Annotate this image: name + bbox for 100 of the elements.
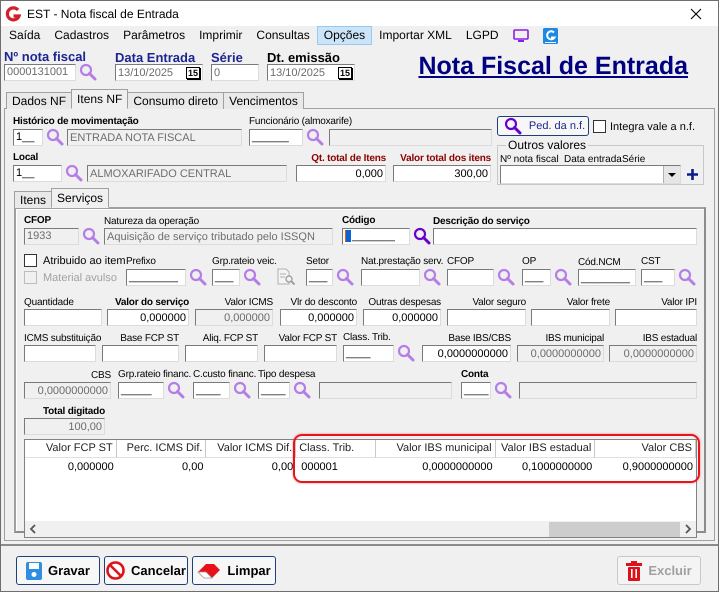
input-field[interactable]: _______ (342, 228, 410, 244)
field-label: Prefixo (126, 256, 156, 268)
scroll-thumb[interactable] (549, 522, 680, 536)
monitor-icon[interactable] (512, 28, 529, 42)
action-button[interactable]: Gravar (16, 556, 100, 585)
tab[interactable]: Itens (14, 191, 52, 208)
menu-item[interactable]: Parâmetros (116, 26, 192, 45)
input-field[interactable]: ___ (306, 268, 333, 286)
menu-item[interactable]: Opções (316, 26, 372, 45)
field-label: Qt. total de Itens (311, 153, 386, 165)
field-label: Nº nota fiscal (4, 51, 86, 63)
field-label: Valor FCP ST (278, 333, 337, 345)
field-label: Valor ICMS (224, 297, 273, 309)
input-field[interactable]: 0,000000 (363, 309, 441, 326)
field-label: CFOP (447, 256, 474, 268)
table-cell-text: 0,00 (181, 460, 204, 475)
app-logo-icon (5, 6, 21, 22)
action-button[interactable]: Limpar (192, 556, 276, 585)
calendar-button[interactable]: 15 (338, 66, 352, 78)
input-field[interactable]: 0,0000000000 (422, 345, 511, 362)
search-icon[interactable] (504, 117, 522, 135)
input-field[interactable]: _____ (118, 382, 164, 398)
floppy-icon (26, 562, 42, 580)
input-field[interactable]: 1__ (13, 164, 62, 182)
tab[interactable]: Serviços (51, 188, 110, 208)
column-header[interactable]: Perc. ICMS Dif. (116, 440, 206, 458)
input-field[interactable]: ___ (641, 268, 675, 286)
menu-item[interactable]: Saída (2, 26, 48, 45)
column-header[interactable]: Valor IBS estadual (496, 440, 596, 458)
input-field[interactable] (615, 309, 697, 326)
field-label: Série (211, 52, 243, 64)
field-label: Grp.rateio veic. (212, 256, 277, 268)
date-field[interactable]: 13/10/2025 15 (115, 64, 203, 81)
field-label: Funcionário (almoxarife) (249, 116, 352, 128)
field-label: Valor seguro (472, 297, 526, 309)
field-label: Vlr do desconto (290, 297, 357, 309)
logo-icon[interactable] (542, 28, 558, 44)
input-field[interactable] (361, 268, 420, 286)
input-field[interactable] (264, 345, 337, 362)
date-field[interactable]: 13/10/2025 15 (267, 64, 355, 81)
field-label: Base IBS/CBS (448, 333, 511, 345)
column-header[interactable]: Class. Trib. (296, 440, 376, 458)
checkbox[interactable] (593, 120, 606, 133)
dropdown[interactable] (500, 165, 681, 184)
input-field[interactable]: 0,000000 (107, 309, 189, 326)
input-field[interactable]: 0,000000 (280, 309, 357, 326)
field-label: Cód.NCM (578, 257, 620, 269)
input-field[interactable]: 0,000 (296, 165, 386, 182)
input-field[interactable] (102, 345, 179, 362)
tab[interactable]: Dados NF (6, 92, 72, 109)
field-label: Valor total dos itens (400, 153, 491, 165)
column-header[interactable]: Valor ICMS Dif. (206, 440, 296, 458)
menu-item[interactable]: Importar XML (372, 26, 459, 45)
field-label: Data Entrada (115, 52, 196, 64)
menu-item[interactable]: Consultas (249, 26, 317, 45)
tab[interactable]: Consumo direto (127, 92, 224, 109)
input-field[interactable] (433, 228, 697, 245)
order-lookup-button[interactable]: Ped. da n.f. (497, 116, 589, 136)
input-field[interactable]: 0000131001 (4, 64, 76, 80)
input-field[interactable]: 1__ (13, 128, 43, 146)
input-field[interactable]: ____ (258, 382, 290, 398)
field-label: Aliq. FCP ST (202, 333, 258, 345)
field-label: Grp.rateio financ. (118, 369, 192, 381)
table-cell-text: 0,9000000000 (622, 460, 694, 475)
field-label: Quantidade (24, 297, 74, 309)
input-field[interactable] (531, 309, 610, 326)
input-field[interactable] (185, 345, 258, 362)
input-field[interactable] (447, 309, 526, 326)
horizontal-scrollbar[interactable] (25, 521, 696, 537)
column-header[interactable]: Valor IBS municipal (376, 440, 496, 458)
menu-item[interactable]: LGPD (458, 26, 506, 45)
input-field[interactable] (24, 345, 96, 362)
menu-item[interactable]: Cadastros (47, 26, 116, 45)
search-icon[interactable] (413, 227, 431, 245)
column-header[interactable]: Valor FCP ST (25, 440, 117, 458)
input-field[interactable]: ____ (193, 382, 230, 398)
menu-item[interactable]: Imprimir (192, 26, 250, 45)
field-label: Conta (461, 369, 488, 381)
input-field[interactable]: 300,00 (393, 165, 491, 182)
input-field[interactable]: ____ (461, 382, 491, 398)
field-label: Código (342, 215, 376, 227)
calendar-button[interactable]: 15 (186, 66, 200, 78)
input-field[interactable] (24, 309, 102, 326)
input-field[interactable]: ______ (249, 128, 303, 146)
action-button[interactable]: Cancelar (104, 556, 188, 585)
input-field[interactable]: 0 (211, 64, 259, 81)
plus-icon[interactable] (687, 169, 698, 180)
input-field[interactable]: ___ (212, 268, 240, 286)
tab[interactable]: Itens NF (71, 89, 128, 109)
field-label: Outras despesas (368, 297, 441, 309)
checkbox[interactable] (24, 254, 37, 267)
tab[interactable]: Vencimentos (223, 92, 304, 109)
input-field[interactable]: ________ (126, 268, 186, 286)
field-label: Total digitado (42, 406, 105, 418)
input-field[interactable]: ________ (578, 269, 636, 286)
input-field[interactable]: ___ (522, 268, 551, 286)
column-header[interactable]: Valor CBS (595, 440, 696, 458)
field-label: Descrição do serviço (433, 216, 530, 228)
input-field[interactable]: ____ (343, 344, 394, 362)
input-field[interactable] (447, 268, 494, 286)
